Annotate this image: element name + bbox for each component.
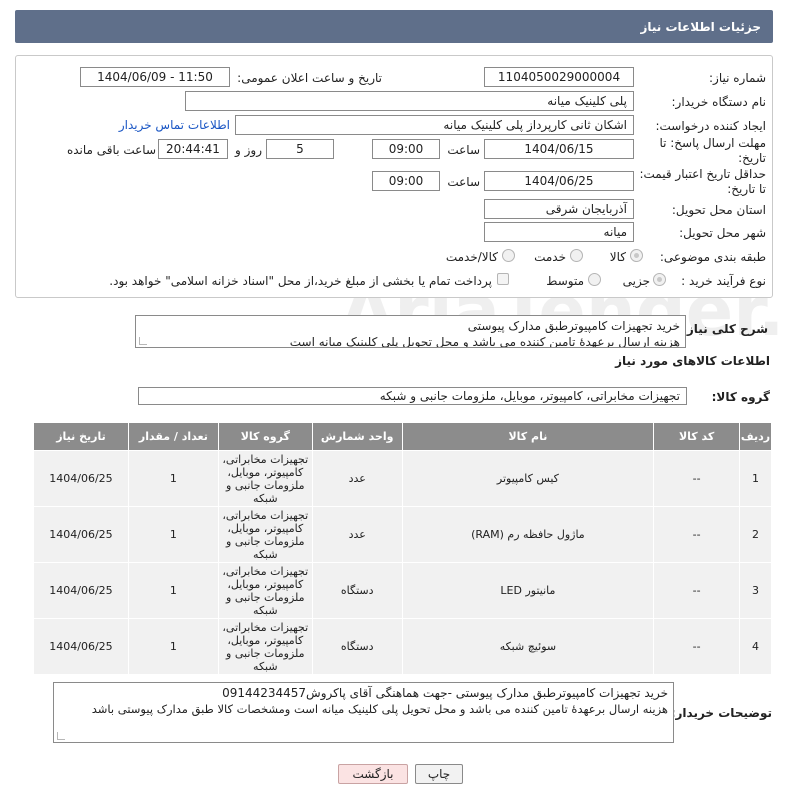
cell-code: -- [653, 450, 741, 507]
cell-qty: 1 [127, 562, 219, 619]
remaining-time-field: 20:44:41 [158, 139, 228, 159]
cell-unit: عدد [311, 506, 403, 563]
col-header-date: تاریخ نیاز [33, 422, 129, 451]
resize-handle-icon[interactable] [139, 337, 147, 345]
price-validity-label: حداقل تاریخ اعتبار قیمت: [639, 167, 766, 181]
category-radio-goods[interactable] [630, 249, 643, 262]
buyer-notes-line-2: هزینه ارسال برعهدهٔ تامین کننده می باشد … [91, 702, 668, 716]
cell-group: تجهیزات مخابراتی، کامپیوتر، موبایل، ملزو… [217, 562, 313, 619]
table-row: 1 -- کیس کامپیوتر عدد تجهیزات مخابراتی، … [33, 450, 772, 507]
cell-qty: 1 [127, 618, 219, 675]
cell-qty: 1 [127, 506, 219, 563]
cell-row: 1 [739, 450, 772, 507]
price-validity-label-2: تا تاریخ: [727, 182, 766, 196]
cell-code: -- [653, 562, 741, 619]
process-option-medium: متوسط [546, 274, 584, 288]
cell-name: سوئیچ شبکه [401, 618, 655, 675]
category-option-goods: کالا [609, 250, 626, 264]
category-radio-service[interactable] [570, 249, 583, 262]
col-header-row: ردیف [739, 422, 772, 451]
price-validity-time-label: ساعت [447, 175, 480, 189]
reply-days-label: روز و [235, 143, 262, 157]
price-validity-date-field: 1404/06/25 [484, 171, 634, 191]
announce-datetime-field: 1404/06/09 - 11:50 [80, 67, 230, 87]
reply-time-label: ساعت [447, 143, 480, 157]
treasury-checkbox[interactable] [497, 273, 509, 285]
col-header-unit: واحد شمارش [311, 422, 403, 451]
announce-datetime-label: تاریخ و ساعت اعلان عمومی: [237, 71, 382, 85]
back-button[interactable]: بازگشت [338, 764, 408, 784]
cell-unit: دستگاه [311, 562, 403, 619]
table-row: 2 -- ماژول حافظه رم (RAM) عدد تجهیزات مخ… [33, 506, 772, 563]
need-number-field: 1104050029000004 [484, 67, 634, 87]
reply-date-field: 1404/06/15 [484, 139, 634, 159]
requester-label: ایجاد کننده درخواست: [655, 119, 766, 133]
cell-date: 1404/06/25 [33, 450, 129, 507]
cell-row: 2 [739, 506, 772, 563]
process-radio-medium[interactable] [588, 273, 601, 286]
cell-name: مانیتور LED [401, 562, 655, 619]
cell-date: 1404/06/25 [33, 506, 129, 563]
resize-handle-icon[interactable] [57, 732, 65, 740]
cell-date: 1404/06/25 [33, 618, 129, 675]
category-option-both: کالا/خدمت [445, 250, 498, 264]
print-button[interactable]: چاپ [415, 764, 463, 784]
process-option-minor: جزیی [622, 274, 650, 288]
col-header-group: گروه کالا [217, 422, 313, 451]
description-label: شرح کلی نیاز: [682, 322, 768, 336]
cell-group: تجهیزات مخابراتی، کامپیوتر، موبایل، ملزو… [217, 618, 313, 675]
page-title: جزئیات اطلاعات نیاز [640, 20, 761, 34]
process-radio-minor[interactable] [653, 273, 666, 286]
col-header-qty: تعداد / مقدار [127, 422, 219, 451]
cell-name: کیس کامپیوتر [401, 450, 655, 507]
city-field: میانه [484, 222, 634, 242]
cell-qty: 1 [127, 450, 219, 507]
category-option-service: خدمت [534, 250, 566, 264]
treasury-note: پرداخت تمام یا بخشی از مبلغ خرید،از محل … [109, 274, 492, 288]
description-line-1: خرید تجهیزات کامپیوترطبق مدارک پیوستی [467, 319, 680, 333]
items-section-title: اطلاعات کالاهای مورد نیاز [615, 354, 770, 368]
province-label: استان محل تحویل: [671, 203, 766, 217]
reply-days-field: 5 [266, 139, 334, 159]
cell-code: -- [653, 618, 741, 675]
category-label: طبقه بندی موضوعی: [659, 250, 766, 264]
reply-deadline-label: مهلت ارسال پاسخ: تا [659, 136, 766, 150]
reply-time-field: 09:00 [372, 139, 440, 159]
table-header-row: ردیف کد کالا نام کالا واحد شمارش گروه کا… [33, 422, 772, 451]
cell-unit: عدد [311, 450, 403, 507]
city-label: شهر محل تحویل: [679, 226, 766, 240]
buyer-notes-line-1: خرید تجهیزات کامپیوترطبق مدارک پیوستی -ج… [222, 686, 668, 700]
buyer-org-field: پلی کلینیک میانه [185, 91, 634, 111]
cell-unit: دستگاه [311, 618, 403, 675]
cell-row: 3 [739, 562, 772, 619]
need-number-label: شماره نیاز: [709, 71, 766, 85]
buyer-org-label: نام دستگاه خریدار: [671, 95, 767, 109]
cell-row: 4 [739, 618, 772, 675]
cell-code: -- [653, 506, 741, 563]
description-line-2: هزینه ارسال برعهدهٔ تامین کننده می باشد … [289, 335, 680, 348]
province-field: آذربایجان شرقی [484, 199, 634, 219]
price-validity-time-field: 09:00 [372, 171, 440, 191]
col-header-name: نام کالا [401, 422, 655, 451]
process-label: نوع فرآیند خرید : [681, 274, 766, 288]
buyer-contact-link[interactable]: اطلاعات تماس خریدار [110, 118, 230, 132]
cell-group: تجهیزات مخابراتی، کامپیوتر، موبایل، ملزو… [217, 450, 313, 507]
cell-name: ماژول حافظه رم (RAM) [401, 506, 655, 563]
goods-group-field: تجهیزات مخابراتی، کامپیوتر، موبایل، ملزو… [138, 387, 687, 405]
goods-group-label: گروه کالا: [711, 390, 770, 404]
category-radio-both[interactable] [502, 249, 515, 262]
reply-deadline-label-2: تاریخ: [738, 151, 766, 165]
cell-group: تجهیزات مخابراتی، کامپیوتر، موبایل، ملزو… [217, 506, 313, 563]
table-row: 4 -- سوئیچ شبکه دستگاه تجهیزات مخابراتی،… [33, 618, 772, 675]
items-table: ردیف کد کالا نام کالا واحد شمارش گروه کا… [33, 422, 772, 675]
cell-date: 1404/06/25 [33, 562, 129, 619]
col-header-code: کد کالا [653, 422, 741, 451]
remaining-time-label: ساعت باقی مانده [66, 143, 156, 157]
table-row: 3 -- مانیتور LED دستگاه تجهیزات مخابراتی… [33, 562, 772, 619]
buyer-notes-label: توضیحات خریدار: [670, 706, 772, 720]
description-textarea[interactable]: خرید تجهیزات کامپیوترطبق مدارک پیوستی هز… [135, 315, 686, 348]
requester-field: اشکان ثانی کارپرداز پلی کلینیک میانه [235, 115, 634, 135]
page-header: جزئیات اطلاعات نیاز [15, 10, 773, 43]
buyer-notes-textarea[interactable]: خرید تجهیزات کامپیوترطبق مدارک پیوستی -ج… [53, 682, 674, 743]
